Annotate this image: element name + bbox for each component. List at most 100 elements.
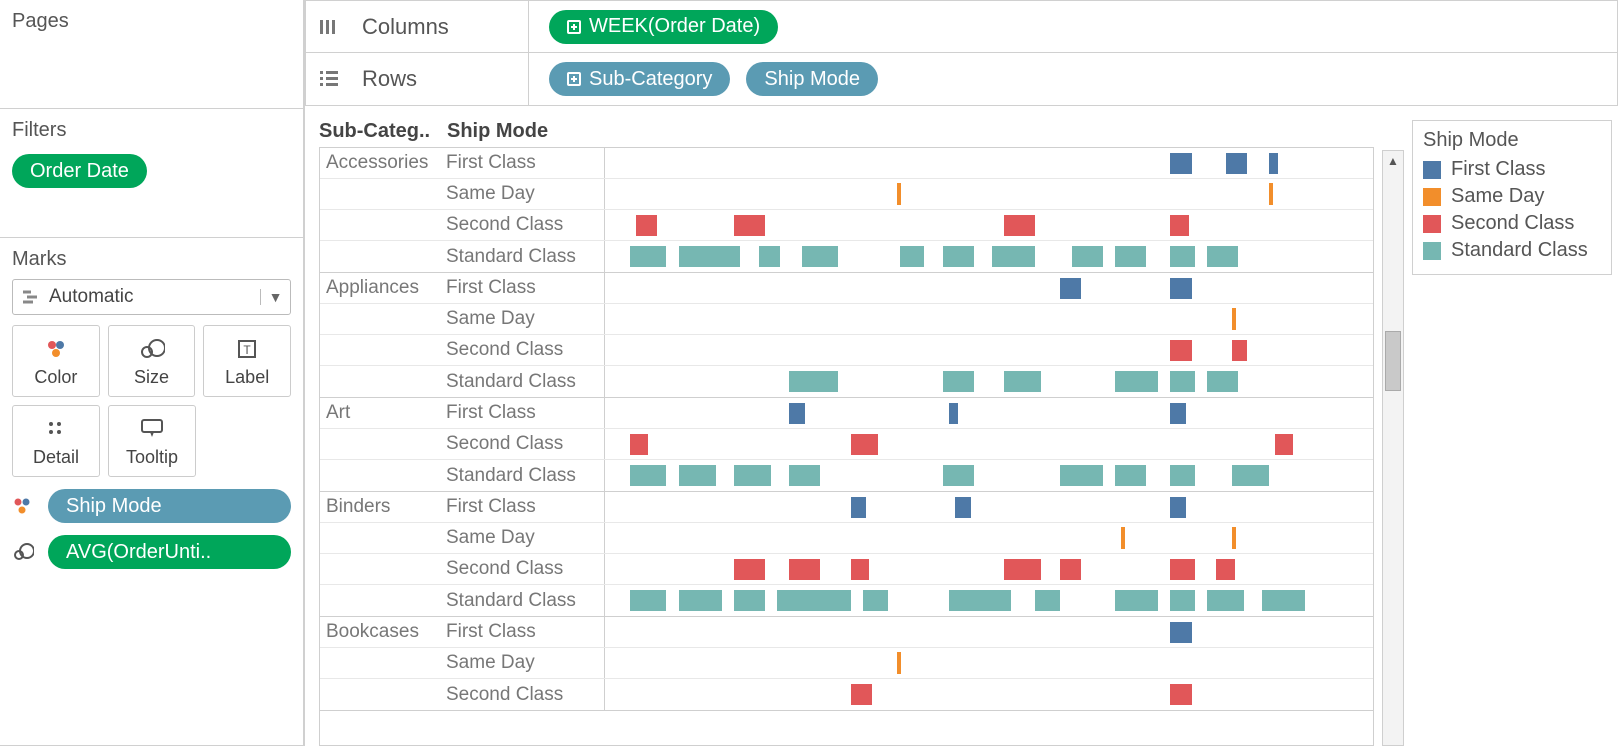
mark-pill-ship-mode[interactable]: Ship Mode [48, 489, 291, 523]
legend-ship-mode[interactable]: Ship Mode First ClassSame DaySecond Clas… [1412, 120, 1612, 275]
legend-item[interactable]: First Class [1423, 158, 1601, 181]
data-mark[interactable] [679, 465, 716, 486]
mark-assignment-color[interactable]: Ship Mode [12, 489, 291, 523]
data-mark[interactable] [1170, 153, 1192, 174]
rows-pill-sub-category[interactable]: Sub-Category [549, 62, 730, 96]
data-mark[interactable] [1072, 246, 1103, 267]
data-mark[interactable] [630, 246, 667, 267]
data-mark[interactable] [734, 559, 765, 580]
data-mark[interactable] [1207, 246, 1238, 267]
viz-track[interactable] [604, 429, 1373, 459]
data-mark[interactable] [1170, 497, 1185, 518]
data-mark[interactable] [1170, 371, 1195, 392]
data-mark[interactable] [1170, 465, 1195, 486]
viz-track[interactable] [604, 210, 1373, 240]
data-mark[interactable] [897, 652, 901, 674]
data-mark[interactable] [949, 590, 1010, 611]
rows-pill-ship-mode[interactable]: Ship Mode [746, 62, 878, 96]
columns-pill-week-order-date[interactable]: WEEK(Order Date) [549, 10, 778, 44]
legend-item[interactable]: Same Day [1423, 185, 1601, 208]
data-mark[interactable] [1170, 403, 1185, 424]
data-mark[interactable] [1115, 590, 1158, 611]
viz-row[interactable]: Standard Class [320, 241, 1373, 272]
data-mark[interactable] [1060, 465, 1103, 486]
data-mark[interactable] [679, 590, 722, 611]
data-mark[interactable] [851, 434, 879, 455]
mark-assignment-size[interactable]: AVG(OrderUnti.. [12, 535, 291, 569]
data-mark[interactable] [630, 590, 667, 611]
data-mark[interactable] [1004, 371, 1041, 392]
viz-row[interactable]: Second Class [320, 429, 1373, 460]
data-mark[interactable] [1060, 278, 1082, 299]
viz-track[interactable] [604, 679, 1373, 710]
pages-shelf[interactable]: Pages [0, 0, 304, 109]
data-mark[interactable] [897, 183, 901, 205]
expand-icon[interactable] [567, 72, 581, 86]
viz-track[interactable] [604, 648, 1373, 678]
viz-row[interactable]: Second Class [320, 679, 1373, 710]
viz-track[interactable] [604, 273, 1373, 303]
mark-pill-avg-orderunti[interactable]: AVG(OrderUnti.. [48, 535, 291, 569]
data-mark[interactable] [1207, 371, 1238, 392]
columns-shelf[interactable]: Columns WEEK(Order Date) [306, 1, 1617, 53]
viz-track[interactable] [604, 460, 1373, 491]
marks-detail-button[interactable]: Detail [12, 405, 100, 477]
viz-track[interactable] [604, 148, 1373, 178]
scrollbar-thumb[interactable] [1385, 331, 1401, 391]
data-mark[interactable] [679, 246, 740, 267]
data-mark[interactable] [851, 559, 869, 580]
viz-track[interactable] [604, 492, 1373, 522]
data-mark[interactable] [759, 246, 781, 267]
data-mark[interactable] [1170, 278, 1192, 299]
filter-pill-order-date[interactable]: Order Date [12, 154, 147, 188]
viz-row[interactable]: Same Day [320, 179, 1373, 210]
visualization[interactable]: Sub-Categ.. Ship Mode AccessoriesFirst C… [319, 120, 1374, 746]
expand-icon[interactable] [567, 20, 581, 34]
data-mark[interactable] [1269, 153, 1278, 174]
data-mark[interactable] [851, 497, 866, 518]
data-mark[interactable] [1232, 527, 1236, 549]
data-mark[interactable] [1115, 246, 1146, 267]
data-mark[interactable] [1035, 590, 1060, 611]
viz-track[interactable] [604, 554, 1373, 584]
viz-row[interactable]: Standard Class [320, 460, 1373, 491]
viz-track[interactable] [604, 617, 1373, 647]
data-mark[interactable] [734, 590, 765, 611]
viz-track[interactable] [604, 585, 1373, 616]
vertical-scrollbar[interactable]: ▲ [1382, 150, 1404, 746]
data-mark[interactable] [955, 497, 970, 518]
data-mark[interactable] [943, 465, 974, 486]
viz-track[interactable] [604, 366, 1373, 397]
data-mark[interactable] [789, 371, 838, 392]
scroll-up-icon[interactable]: ▲ [1387, 151, 1399, 171]
data-mark[interactable] [1275, 434, 1293, 455]
data-mark[interactable] [863, 590, 888, 611]
data-mark[interactable] [992, 246, 1035, 267]
data-mark[interactable] [1232, 308, 1236, 330]
viz-row[interactable]: BookcasesFirst Class [320, 617, 1373, 648]
data-mark[interactable] [1121, 527, 1125, 549]
data-mark[interactable] [1262, 590, 1305, 611]
data-mark[interactable] [1170, 340, 1192, 361]
viz-track[interactable] [604, 304, 1373, 334]
viz-row[interactable]: Same Day [320, 304, 1373, 335]
viz-row[interactable]: ArtFirst Class [320, 398, 1373, 429]
viz-row[interactable]: Standard Class [320, 585, 1373, 616]
viz-row[interactable]: BindersFirst Class [320, 492, 1373, 523]
data-mark[interactable] [1269, 183, 1273, 205]
marks-color-button[interactable]: Color [12, 325, 100, 397]
data-mark[interactable] [900, 246, 925, 267]
data-mark[interactable] [1004, 559, 1041, 580]
marks-tooltip-button[interactable]: Tooltip [108, 405, 196, 477]
data-mark[interactable] [789, 465, 820, 486]
marks-label-button[interactable]: T Label [203, 325, 291, 397]
data-mark[interactable] [1170, 622, 1192, 643]
data-mark[interactable] [734, 465, 771, 486]
data-mark[interactable] [1170, 684, 1192, 705]
data-mark[interactable] [1115, 371, 1158, 392]
data-mark[interactable] [802, 246, 839, 267]
data-mark[interactable] [1115, 465, 1146, 486]
data-mark[interactable] [1060, 559, 1082, 580]
viz-track[interactable] [604, 241, 1373, 272]
data-mark[interactable] [943, 371, 974, 392]
